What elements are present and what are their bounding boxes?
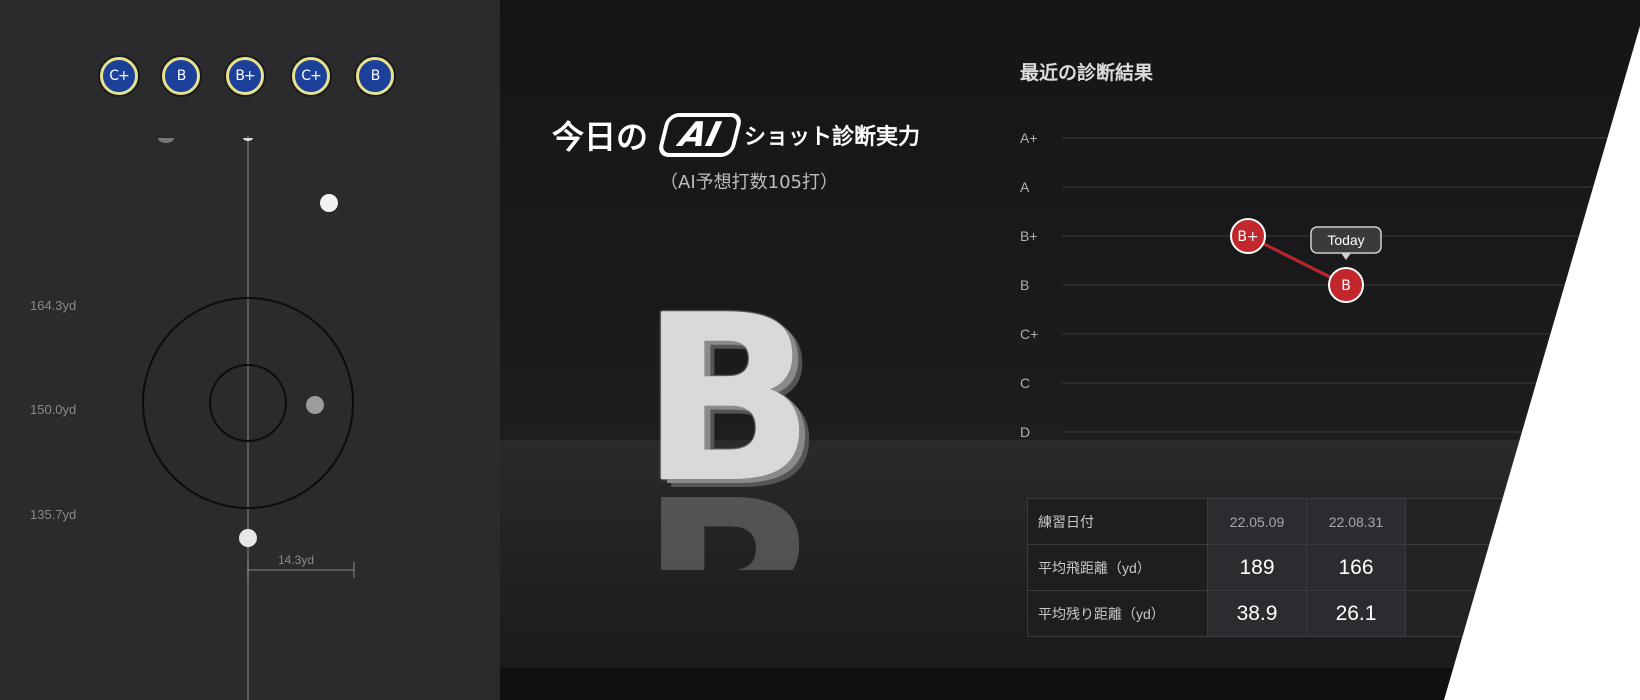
- ai-logo: AI: [656, 113, 744, 157]
- distance-label: 150.0yd: [30, 402, 77, 417]
- distance-label: 135.7yd: [30, 507, 77, 522]
- y-tick-label: C+: [1020, 326, 1038, 342]
- y-tick-label: B: [1020, 277, 1029, 293]
- heading-suffix: ショット診断実力: [744, 125, 921, 150]
- data-point-label: B+: [1237, 229, 1258, 245]
- table-cell: 22.05.09: [1207, 498, 1307, 545]
- table-cell: 189: [1207, 544, 1307, 591]
- diagnosis-heading: 今日の AI ショット診断実力: [552, 112, 920, 158]
- table-row: 平均飛距離（yd） 189 166: [1027, 544, 1527, 591]
- practice-summary-table: 練習日付 22.05.09 22.08.31 平均飛距離（yd） 189 166 平均残り距…: [1027, 498, 1527, 637]
- distance-label: 164.3yd: [30, 298, 77, 313]
- row-label: 平均残り距離（yd）: [1027, 590, 1208, 637]
- table-row: 平均残り距離（yd） 38.9 26.1: [1027, 590, 1527, 637]
- dispersion-plot: [142, 136, 355, 700]
- shot-dot-partial: [158, 138, 174, 143]
- today-grade: B: [640, 267, 816, 534]
- y-tick-label: A+: [1020, 130, 1038, 146]
- today-grade-reflection: B: [640, 490, 840, 570]
- dispersion-label: 14.3yd: [278, 553, 315, 567]
- table-cell-empty: [1405, 590, 1527, 637]
- data-point-label: B: [1341, 278, 1351, 294]
- table-cell-empty: [1405, 498, 1527, 545]
- table-cell-empty: [1405, 544, 1527, 591]
- heading-prefix: 今日の: [552, 118, 649, 156]
- predicted-score: （AI予想打数105打）: [660, 172, 838, 193]
- reflection-text: B: [640, 490, 840, 570]
- table-row: 練習日付 22.05.09 22.08.31: [1027, 498, 1527, 545]
- shot-dot: [239, 529, 257, 547]
- y-tick-label: C: [1020, 375, 1030, 391]
- today-callout-label: Today: [1327, 232, 1364, 248]
- row-label: 平均飛距離（yd）: [1027, 544, 1208, 591]
- recent-results-chart: A+ A B+ B C+ C D B+ B Today: [1020, 130, 1640, 440]
- app-screenshot: C+ B B+ C+ B 164.3yd 150.0yd 135.7yd 14.…: [0, 0, 1640, 700]
- table-cell: 26.1: [1306, 590, 1406, 637]
- shot-dot: [320, 194, 338, 212]
- table-cell: 166: [1306, 544, 1406, 591]
- y-tick-label: D: [1020, 424, 1030, 440]
- shot-dot-partial: [243, 138, 253, 141]
- shot-dispersion-panel: C+ B B+ C+ B 164.3yd 150.0yd 135.7yd 14.…: [0, 0, 500, 700]
- shot-dot: [306, 396, 324, 414]
- row-label: 練習日付: [1027, 498, 1208, 545]
- y-tick-label: B+: [1020, 228, 1038, 244]
- chart-title: 最近の診断結果: [1020, 62, 1154, 84]
- table-cell: 38.9: [1207, 590, 1307, 637]
- bottom-strip: [500, 668, 1640, 700]
- y-tick-label: A: [1020, 179, 1030, 195]
- table-cell: 22.08.31: [1306, 498, 1406, 545]
- today-callout-pointer: [1341, 253, 1351, 260]
